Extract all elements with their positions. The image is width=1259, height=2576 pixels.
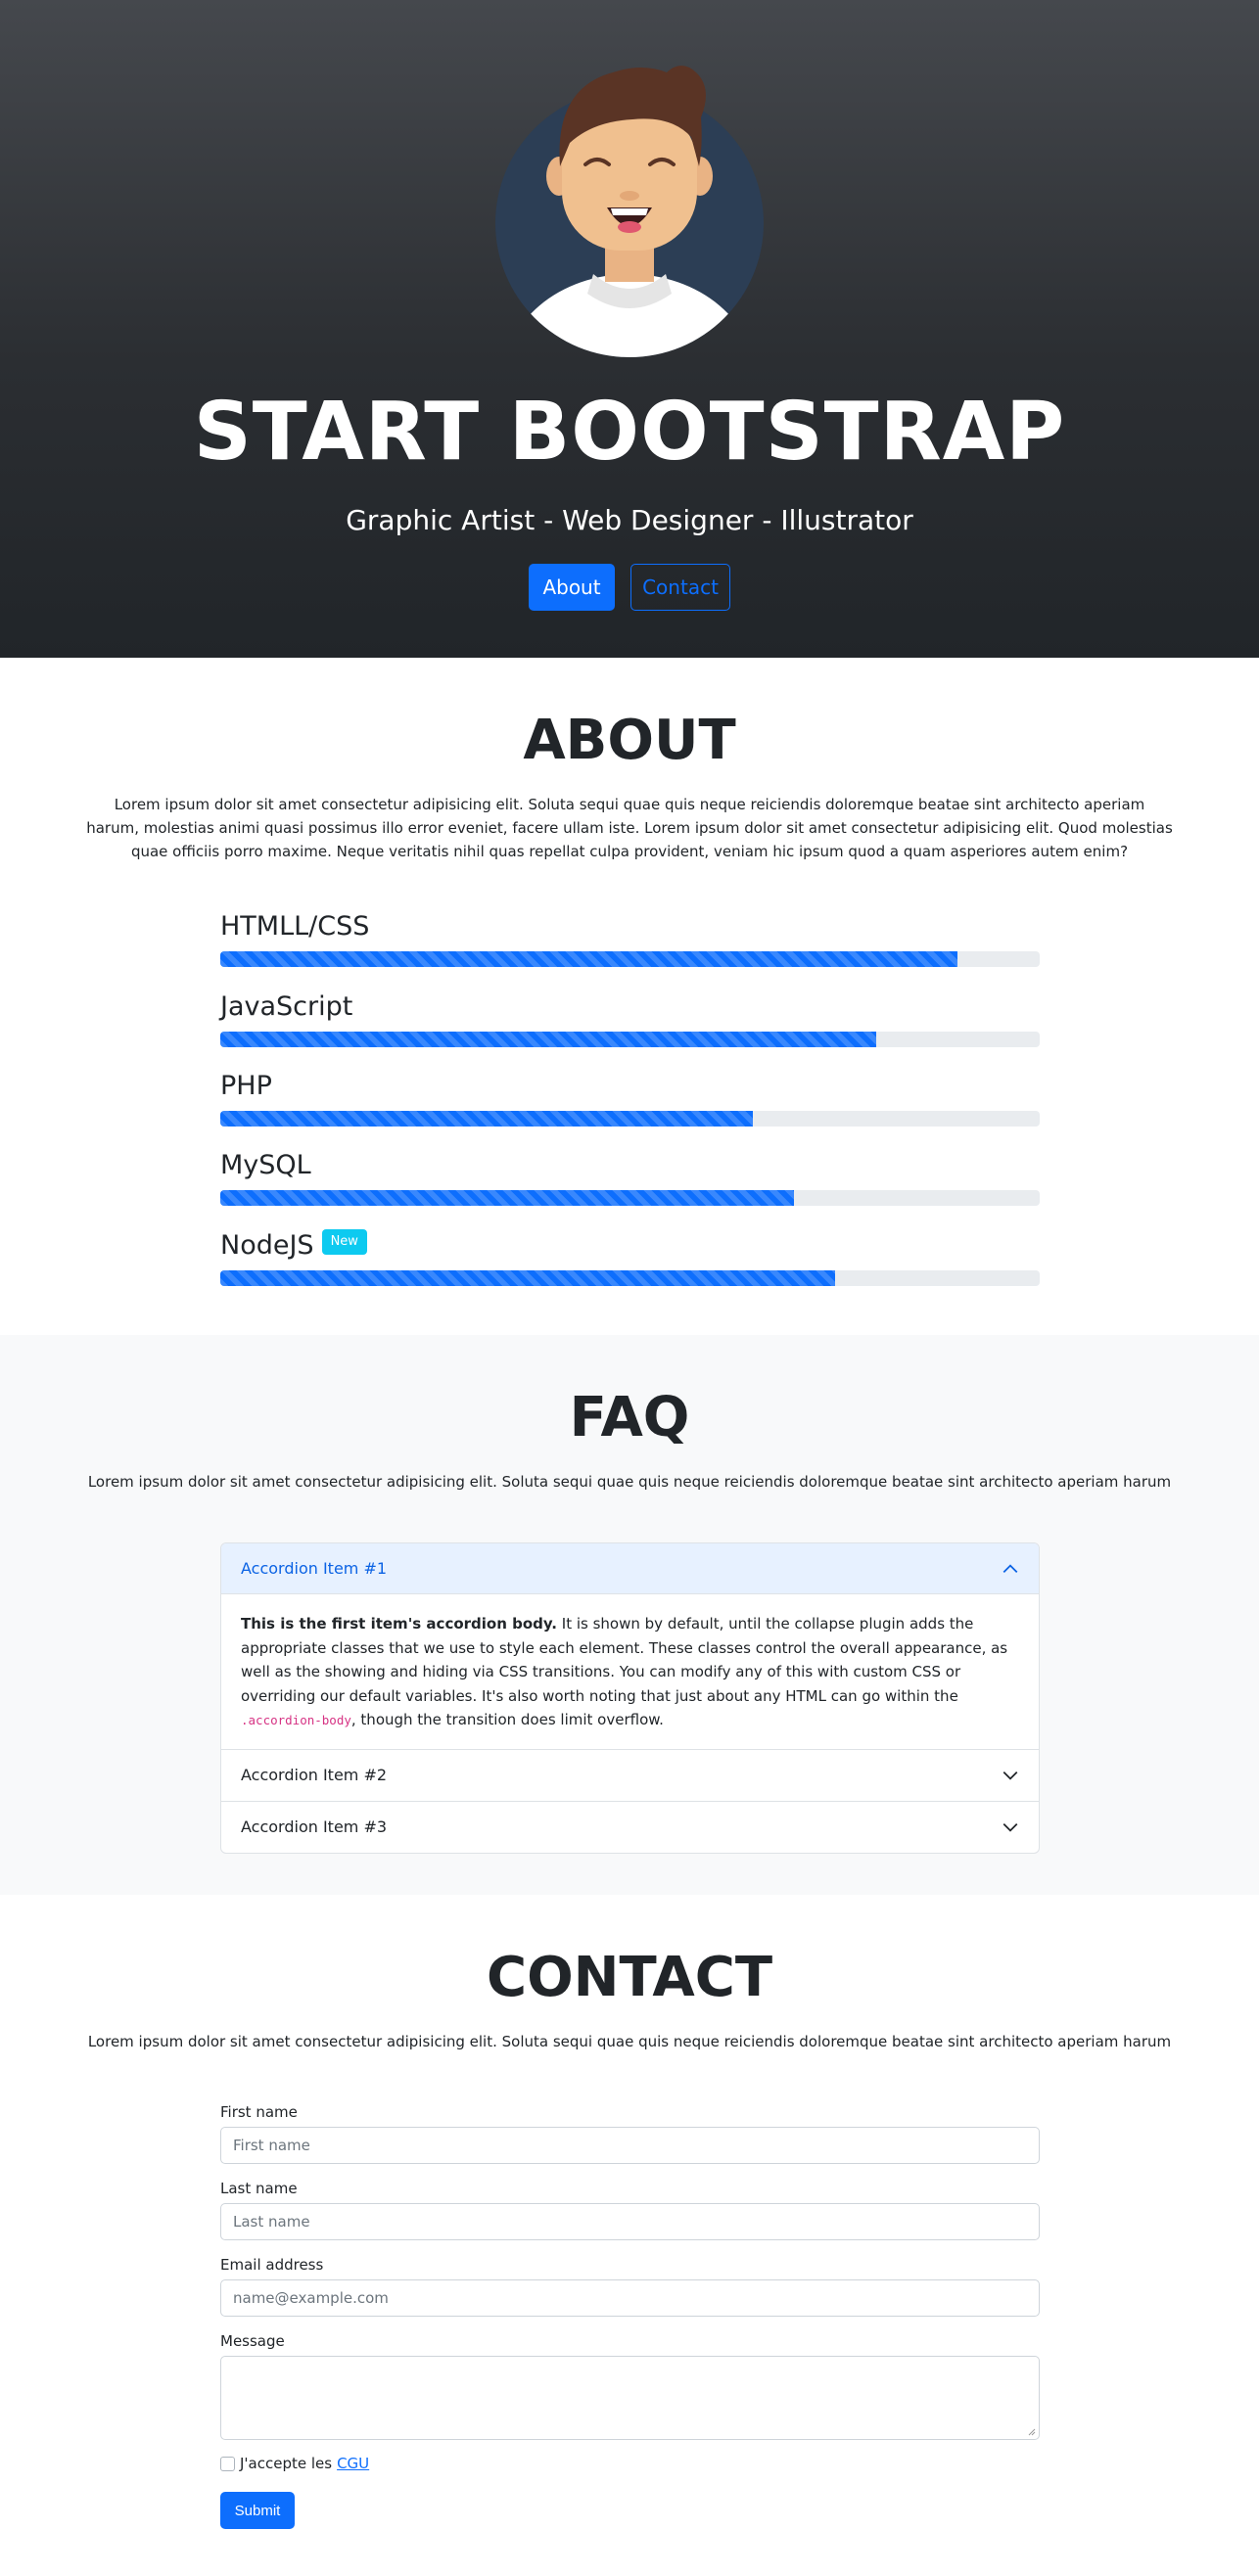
email-label: Email address [220,2256,324,2274]
about-text: Lorem ipsum dolor sit amet consectetur a… [86,796,1173,860]
accordion-item-3: Accordion Item #3 [221,1800,1039,1853]
contact-lead: Lorem ipsum dolor sit amet consectetur a… [87,2033,1172,2050]
message-group: Message [220,2331,1040,2440]
faq-section: FAQ Lorem ipsum dolor sit amet consectet… [0,1335,1259,1895]
skill-javascript: JavaScript [220,990,1040,1047]
cgu-label: J'accepte les [240,2455,333,2472]
new-badge: New [321,1229,367,1255]
skill-label: JavaScript [220,991,353,1022]
accordion-body-code: .accordion-body [241,1713,351,1727]
about-section: ABOUT Lorem ipsum dolor sit amet consect… [0,658,1259,1335]
email-input[interactable]: name@example.com [220,2279,1040,2317]
accordion-item-1: Accordion Item #1 This is the first item… [221,1543,1039,1750]
hero-title: START BOOTSTRAP [193,386,1066,479]
accordion-header-1[interactable]: Accordion Item #1 [221,1543,1039,1594]
faq-title: FAQ [569,1386,690,1449]
skill-label: PHP [220,1071,272,1101]
skill-label: MySQL [220,1150,311,1180]
skill-mysql: MySQL [220,1149,1040,1206]
first-name-label: First name [220,2103,298,2121]
contact-title: CONTACT [486,1946,773,2009]
accordion-title: Accordion Item #2 [241,1766,388,1784]
submit-group: Submit [220,2492,1040,2529]
hero-buttons: About Contact [0,564,1259,611]
email-group: Email address name@example.com [220,2255,1040,2317]
faq-accordion: Accordion Item #1 This is the first item… [220,1542,1040,1854]
message-textarea[interactable] [220,2356,1040,2440]
last-name-input[interactable]: Last name [220,2203,1040,2240]
accordion-body-strong: This is the first item's accordion body. [241,1615,558,1633]
accordion-title: Accordion Item #1 [241,1559,388,1578]
progress-track [220,1111,1040,1127]
hero-header: START BOOTSTRAP Graphic Artist - Web Des… [0,0,1259,658]
progress-track [220,1270,1040,1286]
cgu-checkbox[interactable] [220,2456,235,2471]
chevron-down-icon [1003,1771,1018,1780]
skill-label: HTMLL/CSS [220,911,370,942]
accordion-title: Accordion Item #3 [241,1817,388,1836]
hero-subtitle: Graphic Artist - Web Designer - Illustra… [346,504,913,536]
skill-nodejs: NodeJS New [220,1229,1040,1286]
cgu-link[interactable]: CGU [337,2455,369,2472]
last-name-label: Last name [220,2180,298,2197]
contact-section: CONTACT Lorem ipsum dolor sit amet conse… [0,1895,1259,2576]
contact-form: First name First name [220,2102,1040,2164]
first-name-input[interactable]: First name [220,2127,1040,2164]
last-name-group: Last name Last name [220,2179,1040,2240]
cgu-group: J'accepte les CGU [220,2455,1040,2472]
accordion-header-3[interactable]: Accordion Item #3 [221,1802,1039,1853]
about-title: ABOUT [523,709,736,772]
about-button[interactable]: About [529,564,615,611]
chevron-up-icon [1003,1563,1018,1573]
progress-track [220,1190,1040,1206]
submit-button[interactable]: Submit [220,2492,295,2529]
progress-track [220,1032,1040,1047]
skill-label: NodeJS [220,1230,314,1261]
progress-bar [220,1270,835,1286]
progress-bar [220,951,958,967]
contact-button[interactable]: Contact [630,564,730,611]
skill-html-css: HTMLL/CSS [220,910,1040,967]
faq-lead: Lorem ipsum dolor sit amet consectetur a… [87,1473,1172,1491]
accordion-body-tail: , though the transition does limit overf… [350,1711,664,1728]
progress-bar [220,1190,794,1206]
accordion-header-2[interactable]: Accordion Item #2 [221,1750,1039,1801]
progress-bar [220,1032,876,1047]
progress-track [220,951,1040,967]
accordion-item-2: Accordion Item #2 [221,1750,1039,1801]
progress-bar [220,1111,754,1127]
resize-handle-icon[interactable] [1026,2426,1036,2436]
accordion-body-1: This is the first item's accordion body.… [221,1594,1039,1750]
message-label: Message [220,2332,285,2350]
skill-php: PHP [220,1070,1040,1127]
avatar-illustration [495,66,764,357]
chevron-down-icon [1003,1822,1018,1832]
